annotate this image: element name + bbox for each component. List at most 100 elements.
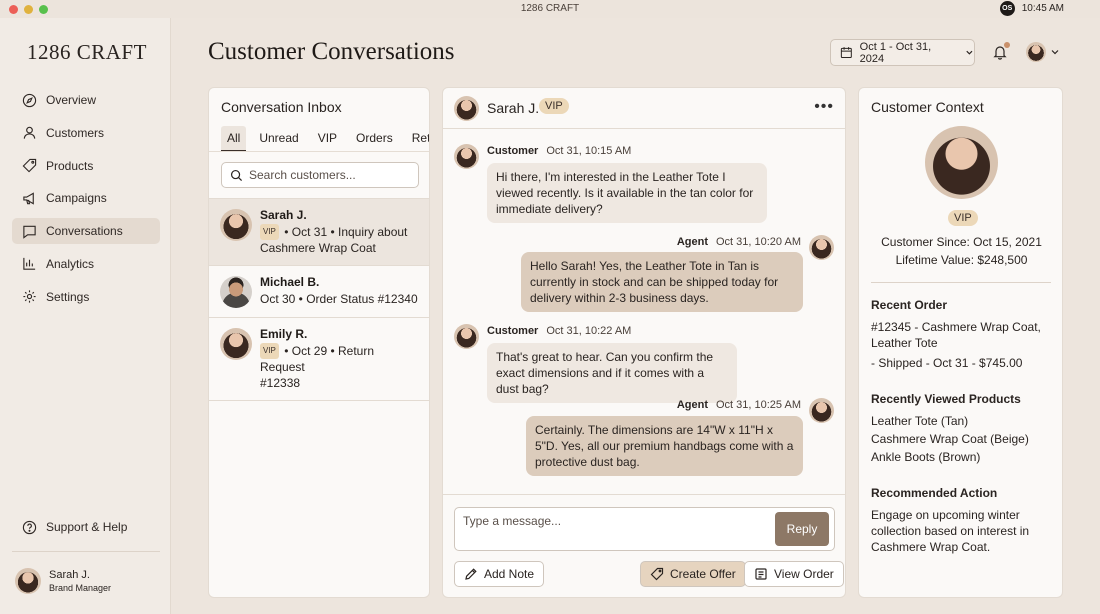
sidebar-divider	[12, 551, 160, 552]
calendar-icon	[840, 47, 852, 58]
message-time: Oct 31, 10:25 AM	[716, 399, 801, 411]
avatar	[220, 328, 252, 360]
customer-context-panel: Customer Context VIP Customer Since: Oct…	[858, 87, 1063, 598]
add-note-button[interactable]: Add Note	[454, 561, 545, 587]
message-bubble: Certainly. The dimensions are 14"W x 11"…	[526, 416, 803, 476]
current-user[interactable]: Sarah J. Brand Manager	[15, 568, 111, 594]
search-input[interactable]	[249, 168, 409, 182]
vip-badge: VIP	[260, 224, 279, 240]
view-order-label: View Order	[774, 567, 834, 581]
search-box[interactable]	[221, 162, 419, 188]
sidebar-item-label: Conversations	[46, 224, 123, 239]
sidebar-item-conversations[interactable]: Conversations	[12, 218, 160, 245]
customer-since: Customer Since: Oct 15, 2021	[881, 235, 1042, 249]
user-icon	[23, 127, 36, 139]
create-offer-button[interactable]: Create Offer	[640, 561, 746, 587]
menu-bar: 1286 CRAFT OS 10:45 AM	[0, 0, 1100, 18]
create-offer-label: Create Offer	[670, 567, 736, 581]
gear-icon	[23, 290, 36, 303]
sidebar-item-settings[interactable]: Settings	[12, 284, 160, 310]
add-note-label: Add Note	[484, 567, 535, 581]
context-title: Customer Context	[871, 99, 984, 115]
sidebar-item-overview[interactable]: Overview	[12, 87, 160, 113]
message-sender: Customer	[487, 145, 539, 157]
conversation-name: Emily R.	[260, 327, 308, 341]
avatar	[454, 324, 479, 349]
tag-icon	[650, 567, 664, 581]
message-time: Oct 31, 10:22 AM	[546, 325, 632, 337]
sidebar-item-products[interactable]: Products	[12, 153, 160, 179]
chat-icon	[23, 225, 36, 239]
order-icon	[755, 568, 767, 580]
support-help-link[interactable]: Support & Help	[12, 514, 160, 540]
avatar	[809, 235, 834, 260]
chat-header: Sarah J. VIP •••	[443, 88, 845, 129]
sidebar-item-customers[interactable]: Customers	[12, 120, 160, 146]
tag-icon	[22, 158, 37, 173]
brand-logo[interactable]: 1286 CRAFT	[27, 40, 147, 65]
lifetime-value: Lifetime Value: $248,500	[895, 253, 1028, 267]
vip-badge: VIP	[539, 98, 569, 114]
inbox-tabs: All Unread VIP Orders Returns	[221, 126, 429, 152]
date-range-label: Oct 1 - Oct 31, 2024	[859, 40, 932, 65]
sidebar-item-analytics[interactable]: Analytics	[12, 251, 160, 277]
date-range-picker[interactable]: Oct 1 - Oct 31, 2024	[830, 39, 975, 66]
os-badge-icon[interactable]: OS	[999, 1, 1015, 16]
compose-divider	[443, 494, 845, 495]
avatar	[220, 209, 252, 241]
tab-vip[interactable]: VIP	[312, 126, 343, 152]
inbox-title: Conversation Inbox	[221, 99, 342, 115]
avatar	[15, 568, 41, 594]
window-title: 1286 CRAFT	[520, 3, 580, 14]
vip-badge: VIP	[260, 343, 279, 359]
message-sender: Customer	[487, 325, 539, 337]
sidebar-item-label: Campaigns	[46, 191, 107, 206]
avatar	[454, 144, 479, 169]
message-sender: Agent	[676, 236, 708, 248]
search-icon	[230, 169, 243, 181]
recent-order-heading: Recent Order	[871, 298, 948, 312]
avatar	[925, 126, 998, 199]
message-input[interactable]	[463, 514, 763, 536]
avatar	[809, 398, 834, 423]
message-meta: Customer Oct 31, 10:15 AM	[487, 145, 631, 157]
chevron-down-icon[interactable]	[1050, 47, 1060, 57]
sidebar-item-campaigns[interactable]: Campaigns	[12, 185, 160, 211]
sidebar-item-label: Settings	[46, 289, 90, 304]
sidebar-item-label: Overview	[46, 93, 97, 107]
conversation-summary: • Oct 31 • Inquiry about	[280, 225, 408, 239]
conversation-inbox: Conversation Inbox All Unread VIP Orders…	[208, 87, 430, 598]
list-item[interactable]: Sarah J. VIP • Oct 31 • Inquiry about Cas…	[209, 198, 429, 265]
list-item[interactable]: Michael B. Oct 30 • Order Status #12340	[209, 265, 429, 317]
compass-icon	[22, 93, 37, 107]
page-title: Customer Conversations	[208, 38, 455, 65]
viewed-product[interactable]: Ankle Boots (Brown)	[871, 449, 1056, 465]
tab-all[interactable]: All	[221, 126, 247, 152]
tab-returns[interactable]: Returns	[406, 126, 429, 152]
message-meta: Agent Oct 31, 10:20 AM	[677, 236, 801, 248]
avatar[interactable]	[1026, 42, 1046, 62]
tab-orders[interactable]: Orders	[350, 126, 399, 152]
recent-order-status: - Shipped - Oct 31 - $745.00	[871, 356, 1023, 370]
message-meta: Customer Oct 31, 10:22 AM	[487, 325, 631, 337]
tab-unread[interactable]: Unread	[253, 126, 304, 152]
conversation-summary: Oct 30 • Order Status #12340	[260, 292, 418, 306]
sidebar-item-label: Products	[46, 158, 94, 173]
user-name: Sarah J.	[49, 569, 90, 581]
view-order-button[interactable]: View Order	[744, 561, 844, 587]
support-help-label: Support & Help	[46, 520, 128, 534]
reply-button[interactable]: Reply	[775, 512, 829, 546]
pencil-icon	[465, 568, 477, 580]
more-options-icon[interactable]: •••	[814, 98, 834, 116]
viewed-product[interactable]: Leather Tote (Tan)	[871, 413, 1056, 429]
user-role: Brand Manager	[49, 583, 112, 593]
bar-chart-icon	[23, 258, 36, 271]
help-circle-icon	[22, 520, 37, 534]
compose-box: Reply	[454, 507, 835, 551]
list-item[interactable]: Emily R. VIP • Oct 29 • Return Request #1…	[209, 317, 429, 401]
viewed-product[interactable]: Cashmere Wrap Coat (Beige)	[871, 431, 1056, 447]
sidebar: 1286 CRAFT Overview Customers Products C…	[0, 18, 171, 614]
chat-panel: Sarah J. VIP ••• Customer Oct 31, 10:15 …	[442, 87, 846, 598]
recommended-action-heading: Recommended Action	[871, 486, 998, 500]
clock: 10:45 AM	[1021, 3, 1064, 14]
